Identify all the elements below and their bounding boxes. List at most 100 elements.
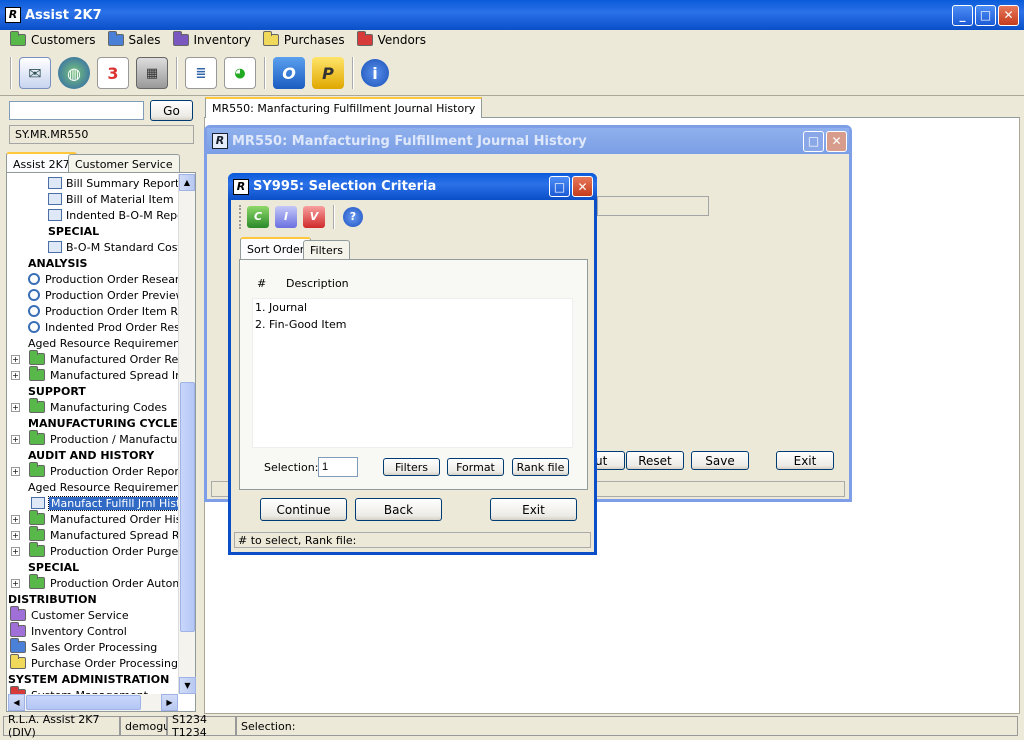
list-item[interactable]: 1. Journal [255,301,307,317]
tree-item[interactable]: ANALYSIS [28,255,87,271]
tree-item[interactable]: + Manufactured Spread Inqu [11,366,178,383]
mr550-reset-button[interactable]: Reset [626,451,684,470]
menu-purchases[interactable]: Purchases [262,31,345,47]
filters-button[interactable]: Filters [383,458,440,476]
mr550-close-button[interactable]: ✕ [826,130,847,152]
mr550-exit-button[interactable]: Exit [776,451,834,470]
mr550-out-button[interactable]: ut [595,451,625,470]
magnifier-icon [28,305,40,317]
menu-sales[interactable]: Sales [107,31,161,47]
tree-item[interactable]: Production Order Preview [28,287,178,303]
tree-vscrollbar[interactable]: ▲ ▼ [178,174,196,694]
report-icon[interactable]: ≣ [185,57,217,89]
go-button[interactable]: Go [150,100,193,121]
expand-icon[interactable]: + [11,370,20,380]
expand-icon[interactable]: + [11,514,20,524]
expand-icon[interactable]: + [11,466,20,476]
globe-icon[interactable]: ◍ [58,57,90,89]
tree-item[interactable]: + Manufactured Order Resea [11,350,178,367]
expand-icon[interactable]: + [11,434,20,444]
chart-report-icon[interactable]: ◕ [224,57,256,89]
tree-item[interactable]: Production Order Research [28,271,178,287]
tree-item[interactable]: + Production Order Reports [11,462,178,479]
mail-icon[interactable]: ✉ [19,57,51,89]
tree-item[interactable]: SPECIAL [48,223,99,239]
tree-item[interactable]: Manufact Fulfill Jrnl History [28,495,178,511]
scroll-left-button[interactable]: ◀ [8,694,25,711]
selection-input[interactable] [318,457,358,477]
mr550-save-button[interactable]: Save [691,451,749,470]
tab-sort-order[interactable]: Sort Order [240,237,312,260]
tree-item[interactable]: + Manufactured Spread Repo [11,526,178,543]
search-input[interactable] [9,101,144,120]
sy995-close-button[interactable]: ✕ [572,176,593,197]
tree-item[interactable]: + Manufacturing Codes [11,398,167,415]
tree-item[interactable]: + Production Order Automati [11,574,178,591]
tree-item[interactable]: B-O-M Standard Cost F [48,239,178,255]
scroll-thumb[interactable] [180,382,195,632]
expand-icon[interactable]: + [11,546,20,556]
tree-item[interactable]: AUDIT AND HISTORY [28,447,154,463]
tab-customer-service[interactable]: Customer Service [68,154,180,174]
hscroll-thumb[interactable] [26,695,141,710]
info-icon[interactable]: i [361,59,389,87]
scroll-right-button[interactable]: ▶ [161,694,178,711]
expand-icon[interactable]: + [11,578,20,588]
format-button[interactable]: Format [447,458,504,476]
tree-item[interactable]: Bill Summary Report [48,175,178,191]
tab-assist-2k7[interactable]: Assist 2K7 [6,152,77,174]
expand-icon[interactable]: + [11,402,20,412]
scroll-up-button[interactable]: ▲ [179,174,195,191]
folder-icon [172,31,189,46]
tree-item[interactable]: System Management [8,686,148,694]
tree-item[interactable]: MANUFACTURING CYCLE [28,415,178,431]
scroll-down-button[interactable]: ▼ [179,677,196,694]
tree-item[interactable]: Customer Service [8,606,129,623]
back-button[interactable]: Back [355,498,442,521]
exit-button[interactable]: Exit [490,498,577,521]
tree-item[interactable]: Production Order Item Res [28,303,178,319]
tab-filters[interactable]: Filters [303,240,350,260]
tree-item[interactable]: + Production Order Purges [11,542,178,559]
tree-item[interactable]: + Production / Manufacturing [11,430,178,447]
tree-item[interactable]: + Manufactured Order Hist R [11,510,178,527]
tree-item[interactable]: Aged Resource Requirements F [28,479,178,495]
sy995-maximize-button[interactable]: □ [549,176,570,197]
continue-button[interactable]: Continue [260,498,347,521]
document-tab[interactable]: MR550: Manfacturing Fulfillment Journal … [205,97,483,118]
tree-item[interactable]: SUPPORT [28,383,86,399]
v-icon[interactable]: V [303,206,325,228]
list-item-description: Fin-Good Item [269,318,347,331]
tree-hscrollbar[interactable]: ◀ ▶ [8,694,178,711]
sort-list[interactable]: 1. Journal 2. Fin-Good Item [252,298,573,448]
close-button[interactable]: ✕ [998,4,1019,26]
expand-icon[interactable]: + [11,354,20,364]
maximize-button[interactable]: □ [975,4,996,26]
sy995-title: SY995: Selection Criteria [253,179,437,194]
minimize-button[interactable]: _ [952,4,973,26]
menu-inventory[interactable]: Inventory [172,31,251,47]
c-icon[interactable]: C [247,206,269,228]
tree-item[interactable]: Purchase Order Processing [8,654,178,671]
outlook-icon[interactable]: O [273,57,305,89]
tree-item[interactable]: Aged Resource Requirements [28,335,178,351]
menu-vendors[interactable]: Vendors [356,31,426,47]
calculator-icon[interactable]: ▦ [136,57,168,89]
rank-file-button[interactable]: Rank file [512,458,569,476]
calendar-icon[interactable]: 3 [97,57,129,89]
tree-item[interactable]: SYSTEM ADMINISTRATION [8,671,169,687]
tree-item[interactable]: DISTRIBUTION [8,591,97,607]
list-item[interactable]: 2. Fin-Good Item [255,318,346,334]
menu-customers[interactable]: Customers [10,31,96,47]
tree-item[interactable]: Indented B-O-M Repor [48,207,178,223]
tree-item[interactable]: Indented Prod Order Resea [28,319,178,335]
tree-item[interactable]: Inventory Control [8,622,127,639]
mr550-maximize-button[interactable]: □ [803,130,824,152]
tree-item[interactable]: Sales Order Processing [8,638,157,655]
tree-item[interactable]: Bill of Material Item Rep [48,191,178,207]
help-icon[interactable]: ? [343,207,363,227]
expand-icon[interactable]: + [11,530,20,540]
i-icon[interactable]: I [275,206,297,228]
tree-item[interactable]: SPECIAL [28,559,79,575]
p-icon[interactable]: P [312,57,344,89]
